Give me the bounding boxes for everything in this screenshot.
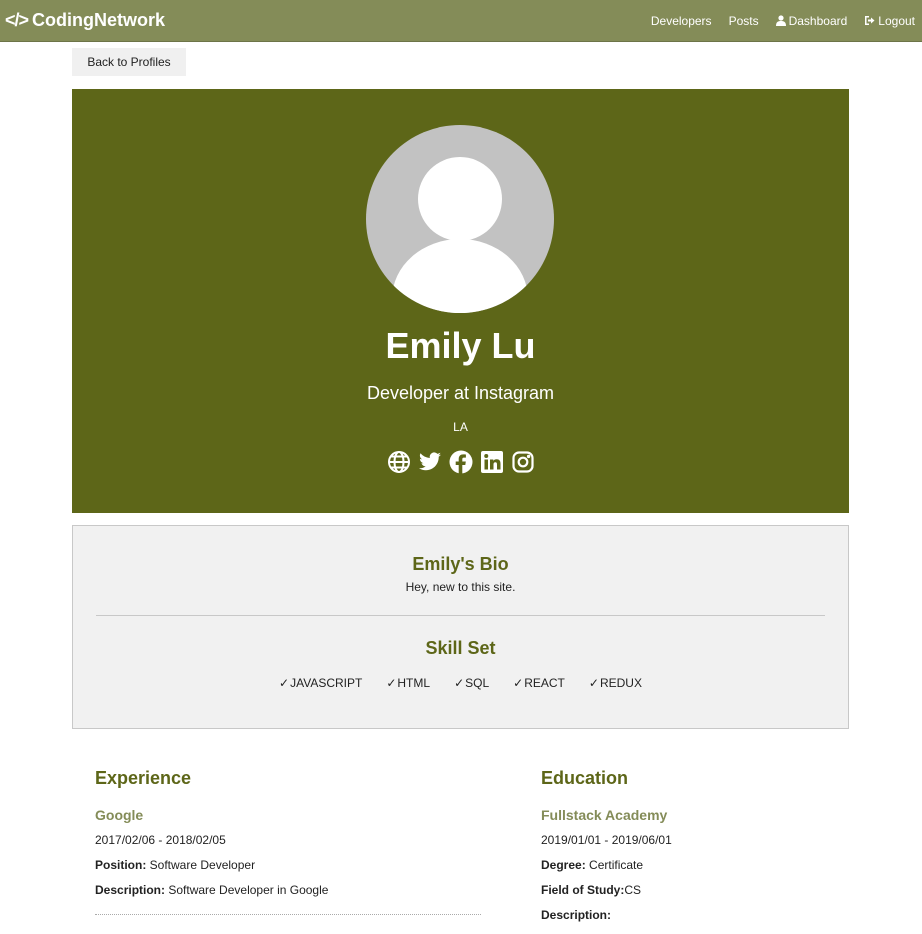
social-icons — [72, 450, 849, 474]
avatar-body — [392, 239, 528, 313]
nav-logout[interactable]: Logout — [864, 14, 915, 28]
nav-dashboard-label: Dashboard — [788, 13, 848, 28]
experience-section: Experience Google 2017/02/06 - 2018/02/0… — [95, 768, 481, 915]
sign-out-icon — [865, 16, 875, 25]
experience-position: Position: Software Developer — [95, 858, 481, 872]
experience-item: Google 2017/02/06 - 2018/02/05 Position:… — [95, 807, 481, 915]
check-icon: ✓ — [513, 676, 524, 690]
education-description: Description: — [541, 908, 922, 922]
profile-name: Emily Lu — [385, 325, 536, 366]
description-value: Software Developer in Google — [168, 883, 329, 897]
profile-location: LA — [453, 420, 468, 434]
experience-company: Google — [95, 807, 144, 823]
experience-divider — [95, 914, 481, 915]
education-dates: 2019/01/01 - 2019/06/01 — [541, 833, 672, 847]
nav-posts[interactable]: Posts — [729, 14, 759, 28]
bio-box: Emily's Bio Hey, new to this site. Skill… — [72, 525, 849, 729]
description-label: Description: — [95, 883, 166, 897]
check-icon: ✓ — [386, 676, 397, 690]
navbar: </> CodingNetwork Developers Posts Dashb… — [0, 0, 922, 42]
education-field: Field of Study:CS — [541, 883, 922, 897]
back-to-profiles-button[interactable]: Back to Profiles — [72, 48, 186, 76]
skill-item: ✓ SQL — [454, 676, 489, 690]
avatar — [366, 125, 554, 313]
check-icon: ✓ — [279, 676, 290, 690]
degree-label: Degree: — [541, 858, 586, 872]
skill-item: ✓ HTML — [386, 676, 430, 690]
bio-title: Emily's Bio — [412, 554, 509, 574]
skills-title: Skill Set — [425, 638, 496, 658]
skill-item: ✓ REDUX — [589, 676, 642, 690]
instagram-icon[interactable] — [511, 450, 535, 474]
skill-label: REDUX — [599, 676, 642, 690]
nav-dashboard[interactable]: Dashboard — [775, 13, 848, 28]
globe-icon[interactable] — [387, 450, 411, 474]
linkedin-icon[interactable] — [480, 450, 504, 474]
facebook-icon[interactable] — [449, 450, 473, 474]
experience-title: Experience — [95, 768, 192, 788]
profile-status: Developer at Instagram — [366, 383, 555, 403]
bio-text: Hey, new to this site. — [405, 580, 516, 594]
experience-description: Description: Software Developer in Googl… — [95, 883, 481, 897]
degree-value: Certificate — [589, 858, 644, 872]
position-label: Position: — [95, 858, 147, 872]
education-degree: Degree: Certificate — [541, 858, 922, 872]
skill-label: HTML — [397, 676, 431, 690]
nav-logout-label: Logout — [878, 13, 915, 28]
skill-item: ✓ REACT — [513, 676, 565, 690]
experience-dates: 2017/02/06 - 2018/02/05 — [95, 833, 226, 847]
check-icon: ✓ — [454, 676, 465, 690]
bio-divider — [96, 615, 825, 616]
check-icon: ✓ — [588, 676, 599, 690]
education-item: Fullstack Academy 2019/01/01 - 2019/06/0… — [541, 807, 922, 922]
nav-developers[interactable]: Developers — [651, 14, 712, 28]
field-value: CS — [624, 883, 641, 897]
description-label: Description: — [541, 908, 612, 922]
skill-label: REACT — [524, 676, 565, 690]
brand-name: CodingNetwork — [32, 10, 166, 30]
nav-links: Developers Posts Dashboard Logout — [634, 14, 915, 28]
profile-top: Emily Lu Developer at Instagram LA — [72, 89, 849, 513]
brand-link[interactable]: </> CodingNetwork — [5, 10, 165, 31]
education-school: Fullstack Academy — [541, 807, 668, 823]
education-title: Education — [541, 768, 629, 788]
education-section: Education Fullstack Academy 2019/01/01 -… — [541, 768, 922, 933]
position-value: Software Developer — [149, 858, 256, 872]
skills-list: ✓ JAVASCRIPT ✓ HTML ✓ SQL ✓ REACT ✓ REDUX — [73, 676, 848, 690]
skill-label: SQL — [465, 676, 490, 690]
skill-label: JAVASCRIPT — [290, 676, 363, 690]
field-label: Field of Study: — [541, 883, 625, 897]
code-icon: </> — [5, 10, 29, 30]
twitter-icon[interactable] — [418, 450, 442, 474]
user-icon — [775, 15, 786, 26]
avatar-head — [418, 157, 502, 241]
skill-item: ✓ JAVASCRIPT — [279, 676, 362, 690]
